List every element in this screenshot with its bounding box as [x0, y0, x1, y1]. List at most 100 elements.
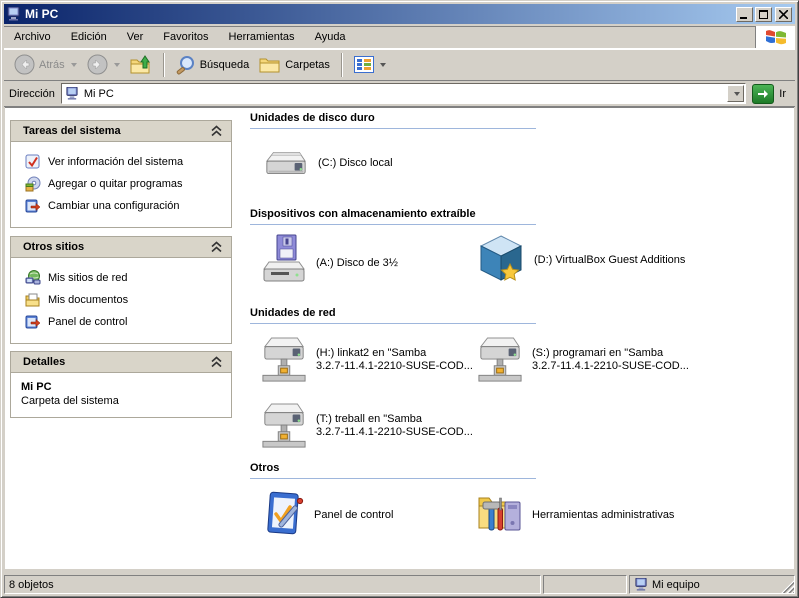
drive-label: (C:) Disco local	[318, 157, 393, 170]
window-title: Mi PC	[25, 7, 732, 21]
floppy-drive-icon	[261, 234, 307, 292]
status-object-count: 8 objetos	[4, 575, 541, 594]
back-dropdown-icon[interactable]	[71, 63, 77, 67]
address-bar: Dirección Mi PC Ir	[4, 81, 795, 107]
network-places-icon	[25, 270, 41, 286]
drive-s-item[interactable]: (S:) programari en "Samba3.2.7-11.4.1-22…	[477, 334, 689, 386]
network-drive-icon	[261, 400, 307, 452]
forward-dropdown-icon[interactable]	[114, 63, 120, 67]
drive-c-item[interactable]: (C:) Disco local	[263, 142, 393, 184]
resize-grip[interactable]	[781, 580, 794, 593]
go-button[interactable]: Ir	[752, 84, 790, 104]
windows-logo-icon	[755, 26, 795, 48]
folder-icon	[259, 56, 281, 74]
control-panel-item[interactable]: Panel de control	[263, 490, 394, 540]
toolbar-separator	[341, 53, 343, 77]
address-input[interactable]: Mi PC	[61, 83, 746, 104]
task-add-remove-programs[interactable]: Agregar o quitar programas	[17, 173, 225, 195]
views-button[interactable]	[350, 51, 390, 79]
toolbar-separator	[163, 53, 165, 77]
panel-title: Tareas del sistema	[23, 125, 121, 137]
menu-archivo[interactable]: Archivo	[4, 26, 61, 48]
system-tasks-panel: Tareas del sistema Ver información del s…	[10, 120, 232, 228]
task-label: Cambiar una configuración	[48, 200, 179, 212]
chevron-up-icon[interactable]	[210, 356, 223, 368]
address-dropdown-button[interactable]	[727, 85, 744, 102]
search-label: Búsqueda	[200, 59, 250, 71]
drive-label: (S:) programari en "Samba3.2.7-11.4.1-22…	[532, 347, 689, 373]
details-panel: Detalles Mi PC Carpeta del sistema	[10, 351, 232, 418]
drive-label: (A:) Disco de 3½	[316, 257, 398, 270]
system-info-icon	[25, 154, 41, 170]
go-label: Ir	[779, 88, 786, 100]
folders-button[interactable]: Carpetas	[255, 51, 334, 79]
menu-bar: Archivo Edición Ver Favoritos Herramient…	[4, 26, 795, 49]
details-item-type: Carpeta del sistema	[11, 395, 231, 413]
admin-tools-item[interactable]: Herramientas administrativas	[477, 490, 674, 540]
system-tasks-header[interactable]: Tareas del sistema	[11, 121, 231, 142]
section-others: Otros	[250, 462, 536, 479]
views-grid-icon	[354, 56, 374, 73]
section-hard-drives: Unidades de disco duro	[250, 112, 536, 129]
drive-label: (H:) linkat2 en "Samba3.2.7-11.4.1-2210-…	[316, 347, 473, 373]
chevron-down-icon	[734, 92, 740, 96]
menu-favoritos[interactable]: Favoritos	[153, 26, 218, 48]
computer-icon	[6, 7, 21, 21]
chevron-up-icon[interactable]	[210, 241, 223, 253]
control-panel-icon	[25, 314, 41, 330]
search-button[interactable]: Búsqueda	[172, 51, 254, 79]
zone-label: Mi equipo	[652, 579, 700, 591]
details-item-name: Mi PC	[11, 375, 231, 395]
drive-d-item[interactable]: (D:) VirtualBox Guest Additions	[477, 234, 685, 286]
menu-ayuda[interactable]: Ayuda	[305, 26, 356, 48]
computer-icon	[634, 578, 648, 591]
section-network-drives: Unidades de red	[250, 307, 536, 324]
forward-icon	[87, 54, 108, 75]
address-value: Mi PC	[84, 88, 722, 100]
minimize-button[interactable]	[736, 7, 753, 22]
drive-h-item[interactable]: (H:) linkat2 en "Samba3.2.7-11.4.1-2210-…	[261, 334, 473, 386]
section-removable: Dispositivos con almacenamiento extraíbl…	[250, 208, 536, 225]
back-icon	[14, 54, 35, 75]
forward-button[interactable]	[83, 51, 124, 79]
place-control-panel[interactable]: Panel de control	[17, 311, 225, 333]
up-button[interactable]	[126, 51, 156, 79]
task-change-setting[interactable]: Cambiar una configuración	[17, 195, 225, 217]
details-header[interactable]: Detalles	[11, 352, 231, 373]
place-network[interactable]: Mis sitios de red	[17, 267, 225, 289]
task-view-system-info[interactable]: Ver información del sistema	[17, 151, 225, 173]
maximize-button[interactable]	[755, 7, 772, 22]
toolbar: Atrás Búsqueda Carpetas	[4, 49, 795, 81]
chevron-up-icon[interactable]	[210, 125, 223, 137]
menu-herramientas[interactable]: Herramientas	[219, 26, 305, 48]
menu-ver[interactable]: Ver	[117, 26, 154, 48]
item-label: Panel de control	[314, 509, 394, 522]
other-places-header[interactable]: Otros sitios	[11, 237, 231, 258]
change-setting-icon	[25, 198, 41, 214]
panel-title: Otros sitios	[23, 241, 84, 253]
place-label: Mis sitios de red	[48, 272, 127, 284]
status-zone: Mi equipo	[629, 575, 795, 594]
network-drive-icon	[477, 334, 523, 386]
status-empty-pane	[543, 575, 627, 594]
control-panel-icon	[263, 490, 305, 540]
folder-up-icon	[130, 55, 152, 75]
back-label: Atrás	[39, 59, 65, 71]
close-button[interactable]	[775, 7, 792, 22]
menu-edicion[interactable]: Edición	[61, 26, 117, 48]
go-arrow-icon	[752, 84, 774, 104]
back-button[interactable]: Atrás	[10, 51, 81, 79]
drive-t-item[interactable]: (T:) treball en "Samba3.2.7-11.4.1-2210-…	[261, 400, 473, 452]
add-remove-programs-icon	[25, 176, 41, 192]
drive-a-item[interactable]: (A:) Disco de 3½	[261, 234, 398, 292]
drive-label: (T:) treball en "Samba3.2.7-11.4.1-2210-…	[316, 413, 473, 439]
views-dropdown-icon[interactable]	[380, 63, 386, 67]
item-label: Herramientas administrativas	[532, 509, 674, 522]
other-places-panel: Otros sitios Mis sitios de red Mis docum…	[10, 236, 232, 344]
drive-label: (D:) VirtualBox Guest Additions	[534, 254, 685, 267]
task-label: Ver información del sistema	[48, 156, 183, 168]
admin-tools-icon	[477, 490, 523, 540]
place-my-documents[interactable]: Mis documentos	[17, 289, 225, 311]
address-label: Dirección	[9, 88, 55, 100]
title-bar[interactable]: Mi PC	[4, 4, 795, 24]
